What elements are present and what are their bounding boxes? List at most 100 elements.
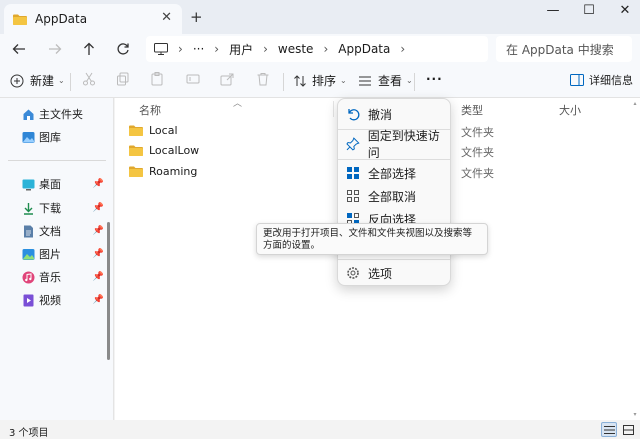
- options-tooltip: 更改用于打开项目、文件和文件夹视图以及搜索等方面的设置。: [256, 223, 488, 255]
- column-header-name[interactable]: 名称: [139, 102, 161, 118]
- main-scrollbar[interactable]: [633, 100, 637, 418]
- status-bar: 3 个项目: [0, 420, 640, 439]
- command-bar: 新建 ⌄ 排序 ⌄ 查看 ⌄ ··· 详细信息: [0, 64, 640, 98]
- item-count: 3 个项目: [9, 428, 49, 439]
- menu-item-undo[interactable]: 撤消: [338, 103, 450, 125]
- navigation-pane: 主文件夹 图库 桌面 📌 下载 📌 文档 📌 图片 📌 音乐 📌 视频 📌: [0, 98, 114, 420]
- breadcrumb-chevron-icon: ›: [263, 42, 268, 56]
- menu-item-select-all[interactable]: 全部选择: [338, 162, 450, 184]
- monitor-icon: [154, 43, 168, 55]
- download-icon: [24, 202, 33, 215]
- forward-arrow-icon[interactable]: [44, 38, 66, 60]
- sidebar-item-documents[interactable]: 文档 📌: [22, 223, 104, 239]
- more-options-button[interactable]: ···: [426, 72, 443, 86]
- breadcrumb-chevron-icon: ›: [400, 42, 406, 56]
- sidebar-item-desktop[interactable]: 桌面 📌: [22, 176, 104, 192]
- file-name: Roaming: [149, 165, 198, 178]
- pin-icon[interactable]: 📌: [93, 203, 104, 213]
- close-window-button[interactable]: ✕: [602, 0, 640, 20]
- sidebar-item-downloads[interactable]: 下载 📌: [22, 200, 104, 216]
- breadcrumb-appdata[interactable]: AppData: [338, 42, 390, 56]
- gear-icon: [347, 267, 359, 279]
- tiles-view-button[interactable]: [620, 422, 636, 437]
- pin-icon[interactable]: 📌: [93, 249, 104, 259]
- desktop-icon: [22, 179, 35, 190]
- menu-item-pin-quick-access[interactable]: 固定到快速访问: [338, 129, 450, 160]
- select-none-icon: [347, 190, 359, 202]
- gallery-icon: [22, 131, 35, 143]
- table-row[interactable]: Local: [129, 124, 178, 137]
- sidebar-item-pictures[interactable]: 图片 📌: [22, 246, 104, 262]
- home-icon: [23, 109, 34, 120]
- breadcrumb-chevron-icon: ›: [178, 42, 183, 56]
- view-button[interactable]: 查看 ⌄: [358, 72, 413, 89]
- pin-icon[interactable]: 📌: [93, 295, 104, 305]
- copy-icon[interactable]: [116, 72, 130, 86]
- pin-icon[interactable]: 📌: [93, 272, 104, 282]
- toolbar-divider: [70, 73, 71, 91]
- column-header-size[interactable]: 大小: [559, 102, 581, 118]
- breadcrumb-users[interactable]: 用户: [229, 41, 253, 58]
- view-icon: [359, 76, 371, 85]
- sidebar-item-music[interactable]: 音乐 📌: [22, 269, 104, 285]
- back-arrow-icon[interactable]: [8, 38, 30, 60]
- table-row[interactable]: LocalLow: [129, 144, 199, 157]
- share-icon[interactable]: [220, 72, 234, 86]
- sidebar-scrollbar[interactable]: [107, 222, 110, 360]
- breadcrumb-chevron-icon: ›: [214, 42, 220, 56]
- menu-divider: [338, 259, 450, 260]
- refresh-icon[interactable]: [112, 38, 134, 60]
- pin-icon[interactable]: 📌: [93, 226, 104, 236]
- address-bar[interactable]: › ··· › 用户 › weste › AppData ›: [146, 36, 488, 62]
- table-row[interactable]: Roaming: [129, 165, 197, 178]
- select-all-icon: [347, 167, 359, 179]
- sidebar-item-home[interactable]: 主文件夹: [22, 106, 104, 122]
- search-input[interactable]: 在 AppData 中搜索: [496, 36, 632, 62]
- up-arrow-icon[interactable]: [78, 38, 100, 60]
- folder-icon: [129, 166, 143, 177]
- paste-icon[interactable]: [150, 72, 164, 86]
- details-view-icon: [603, 425, 615, 434]
- menu-item-options[interactable]: 选项: [338, 262, 450, 284]
- folder-icon: [129, 125, 143, 136]
- toolbar-divider: [283, 73, 284, 91]
- file-name: Local: [149, 124, 178, 137]
- column-header-type[interactable]: 类型: [461, 102, 483, 118]
- more-options-menu: 撤消 固定到快速访问 全部选择 全部取消 反向选择 选项: [337, 98, 451, 286]
- close-tab-icon[interactable]: ✕: [161, 10, 172, 25]
- breadcrumb-more[interactable]: ···: [193, 42, 204, 56]
- tab-title: AppData: [35, 12, 88, 26]
- cut-icon[interactable]: [82, 72, 96, 86]
- breadcrumb-weste[interactable]: weste: [278, 42, 314, 56]
- sort-button[interactable]: 排序 ⌄: [293, 72, 347, 89]
- folder-icon: [129, 145, 143, 156]
- delete-icon[interactable]: [256, 72, 270, 86]
- new-button[interactable]: 新建 ⌄: [10, 72, 65, 89]
- pin-icon[interactable]: 📌: [93, 179, 104, 189]
- tab-appdata[interactable]: AppData ✕: [4, 4, 182, 34]
- folder-icon: [13, 14, 27, 25]
- plus-circle-icon: [10, 74, 24, 87]
- menu-item-select-none[interactable]: 全部取消: [338, 185, 450, 207]
- chevron-down-icon: ⌄: [406, 76, 413, 85]
- chevron-down-icon: ⌄: [340, 76, 347, 85]
- picture-icon: [22, 248, 35, 260]
- rename-icon[interactable]: [186, 72, 200, 86]
- details-pane-button[interactable]: 详细信息: [570, 72, 633, 88]
- details-pane-icon: [570, 74, 584, 86]
- undo-icon: [348, 109, 360, 121]
- sidebar-item-gallery[interactable]: 图库: [22, 129, 104, 145]
- sort-up-icon: ︿: [233, 99, 243, 109]
- new-tab-button[interactable]: +: [190, 8, 203, 26]
- sidebar-item-videos[interactable]: 视频 📌: [22, 292, 104, 308]
- document-icon: [24, 225, 33, 237]
- breadcrumb-chevron-icon: ›: [323, 42, 329, 56]
- tiles-view-icon: [622, 424, 634, 435]
- sidebar-divider: [8, 160, 106, 161]
- file-type: 文件夹: [461, 167, 494, 180]
- column-divider[interactable]: [333, 101, 334, 117]
- toolbar-divider: [414, 73, 415, 91]
- file-name: LocalLow: [149, 144, 200, 157]
- file-type: 文件夹: [461, 146, 494, 159]
- details-view-button[interactable]: [601, 422, 617, 437]
